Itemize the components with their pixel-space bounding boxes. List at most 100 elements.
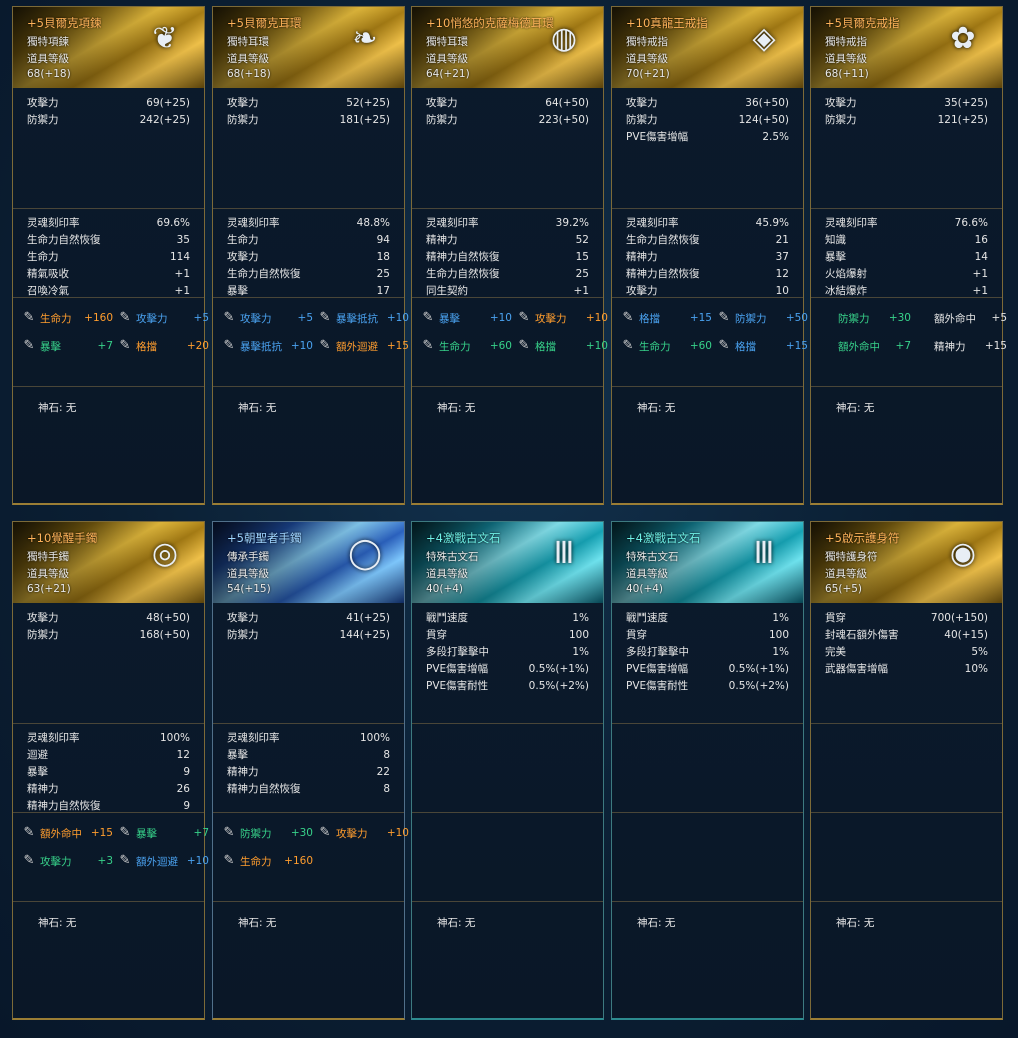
stat-row: 暴擊 14	[825, 251, 988, 263]
gem-slot[interactable]: ✎ 防禦力 +30	[221, 825, 313, 841]
stat-row: 灵魂刻印率 100%	[227, 732, 390, 744]
gem-slot[interactable]: ✎ 攻擊力 +5	[221, 310, 313, 326]
gem-slot[interactable]: ✎ 暴擊 +7	[21, 338, 113, 354]
stat-row: 攻擊力 18	[227, 251, 390, 263]
stat-row: 生命力自然恢復 25	[227, 268, 390, 280]
stat-row: 攻擊力 36(+50)	[626, 97, 789, 109]
extra-stats: 灵魂刻印率 100% 迴避 12 暴擊 9 精神力 26 精神力自然恢復 9	[13, 723, 204, 812]
gem-slot[interactable]: ✎ 暴擊抵抗 +10	[317, 310, 409, 326]
stat-row: 精神力自然恢復 15	[426, 251, 589, 263]
gem-icon: ✎	[119, 853, 131, 868]
gem-icon: ✎	[119, 338, 131, 353]
ring-emerald-icon: ✿	[950, 20, 976, 56]
equipment-card[interactable]: +5貝爾克戒指 獨特戒指 道具等級 68(+11) ✿ 攻擊力 35(+25) 防禦力 121(…	[810, 6, 1007, 505]
gem-icon: ✎	[223, 825, 235, 840]
gem-slot[interactable]: ✎ 生命力 +60	[420, 338, 512, 354]
rune-stone-icon: Ⅲ	[553, 535, 575, 571]
stat-row: 武器傷害增幅 10%	[825, 663, 988, 675]
gem-slot[interactable]: ✎ 暴擊抵抗 +10	[221, 338, 313, 354]
base-stats: 貫穿 700(+150) 封魂石額外傷害 40(+15) 完美 5% 武器傷害增幅 10%	[811, 610, 1002, 678]
stat-row: 攻擊力 41(+25)	[227, 612, 390, 624]
equipment-card[interactable]: +4激戰古文石 特殊古文石 道具等級 40(+4) Ⅲ 戰鬥速度 1% 貫穿 100 多段打擊擊中…	[611, 521, 804, 1020]
gem-slots	[811, 812, 1002, 901]
gem-slot[interactable]: 防禦力 +30	[819, 310, 911, 326]
equipment-card[interactable]: +10真龍王戒指 獨特戒指 道具等級 70(+21) ◈ 攻擊力 36(+50) 防禦力 124…	[611, 6, 808, 505]
gem-slot[interactable]: ✎ 攻擊力 +5	[117, 310, 209, 326]
gem-slot[interactable]: ✎ 格擋 +15	[716, 338, 808, 354]
stat-row: 防禦力 124(+50)	[626, 114, 789, 126]
card-header: +10覺醒手鐲 獨特手鐲 道具等級 63(+21) ◎	[13, 522, 204, 603]
equipment-card[interactable]: +5朝聖者手鐲 傳承手鐲 道具等級 54(+15) ◯ 攻擊力 41(+25) 防禦力 144(…	[212, 521, 409, 1020]
god-stone-section: 神石: 无	[13, 901, 204, 1020]
equipment-card[interactable]: +5貝爾克項鍊 獨特項鍊 道具等級 68(+18) ❦ 攻擊力 69(+25) 防禦力 242(…	[12, 6, 209, 505]
stat-row: 貫穿 100	[626, 629, 789, 641]
gem-slot[interactable]: ✎ 防禦力 +50	[716, 310, 808, 326]
stat-row: 精神力 37	[626, 251, 789, 263]
gem-slot[interactable]: ✎ 格擋 +15	[620, 310, 712, 326]
gem-slot[interactable]: 額外命中 +5	[915, 310, 1007, 326]
item-name: +5貝爾克項鍊	[27, 16, 102, 30]
equipment-card[interactable]: +4激戰古文石 特殊古文石 道具等級 40(+4) Ⅲ 戰鬥速度 1% 貫穿 100 多段打擊擊中…	[411, 521, 604, 1020]
gem-slot[interactable]: ✎ 格擋 +10	[516, 338, 608, 354]
item-level-label: 道具等級	[227, 568, 269, 580]
item-level-label: 道具等級	[825, 568, 867, 580]
stat-row: PVE傷害增幅 2.5%	[626, 131, 789, 143]
gem-slot[interactable]: ✎ 暴擊 +7	[117, 825, 209, 841]
gem-slots: ✎ 額外命中 +15 ✎ 暴擊 +7 ✎ 攻擊力 +3 ✎ 額外迴避 +10	[13, 812, 209, 901]
item-type: 獨特耳環	[227, 36, 269, 48]
gem-slot[interactable]: ✎ 額外迴避 +10	[117, 853, 209, 869]
stat-row: 精神力 26	[27, 783, 190, 795]
gem-slot[interactable]: ✎ 格擋 +20	[117, 338, 209, 354]
gem-slot[interactable]: ✎ 生命力 +60	[620, 338, 712, 354]
gem-slot[interactable]: ✎ 額外命中 +15	[21, 825, 113, 841]
stat-row: 灵魂刻印率 69.6%	[27, 217, 190, 229]
gem-slot[interactable]: ✎ 生命力 +160	[221, 853, 313, 869]
gem-slot[interactable]: ✎ 暴擊 +10	[420, 310, 512, 326]
gem-icon: ✎	[622, 338, 634, 353]
stat-row: 防禦力 242(+25)	[27, 114, 190, 126]
god-stone-section: 神石: 无	[612, 901, 803, 1020]
stat-row: 戰鬥速度 1%	[626, 612, 789, 624]
extra-stats	[412, 723, 603, 812]
gem-slot[interactable]: 額外命中 +7	[819, 338, 911, 354]
gem-icon: ✎	[622, 310, 634, 325]
stat-row: 攻擊力 52(+25)	[227, 97, 390, 109]
card-header: +5朝聖者手鐲 傳承手鐲 道具等級 54(+15) ◯	[213, 522, 404, 603]
stat-row: 精神力 22	[227, 766, 390, 778]
item-level: 68(+11)	[825, 68, 869, 80]
equipment-card[interactable]: +5啟示護身符 獨特護身符 道具等級 65(+5) ◉ 貫穿 700(+150) 封魂石額外傷…	[810, 521, 1003, 1020]
rune-stone-icon: Ⅲ	[753, 535, 775, 571]
stat-row: 精神力 52	[426, 234, 589, 246]
stat-row: 迴避 12	[27, 749, 190, 761]
bangle-icon: ◯	[348, 535, 382, 571]
stat-row: 防禦力 168(+50)	[27, 629, 190, 641]
gem-slot[interactable]: ✎ 攻擊力 +3	[21, 853, 113, 869]
item-type: 特殊古文石	[626, 551, 679, 563]
earring-icon: ❧	[352, 20, 378, 56]
stat-row: 生命力 114	[27, 251, 190, 263]
stat-row: 防禦力 223(+50)	[426, 114, 589, 126]
gem-slot[interactable]: ✎ 攻擊力 +10	[317, 825, 409, 841]
gem-slot[interactable]: ✎ 攻擊力 +10	[516, 310, 608, 326]
stat-row: 完美 5%	[825, 646, 988, 658]
base-stats: 攻擊力 36(+50) 防禦力 124(+50) PVE傷害增幅 2.5%	[612, 95, 803, 146]
item-name: +5貝爾克耳環	[227, 16, 302, 30]
item-name: +10悄悠的克薩梅德耳環	[426, 16, 554, 30]
god-stone-section: 神石: 无	[213, 901, 404, 1020]
gem-slot[interactable]: ✎ 額外迴避 +15	[317, 338, 409, 354]
god-stone-label: 神石: 无	[38, 917, 77, 929]
item-level: 68(+18)	[227, 68, 271, 80]
gem-icon: ✎	[718, 338, 730, 353]
gem-slot[interactable]: 精神力 +15	[915, 338, 1007, 354]
equipment-card[interactable]: +10悄悠的克薩梅德耳環 獨特耳環 道具等級 64(+21) ◍ 攻擊力 64(+50) 防禦…	[411, 6, 608, 505]
stat-row: 多段打擊擊中 1%	[426, 646, 589, 658]
item-level: 65(+5)	[825, 583, 863, 595]
equipment-card[interactable]: +10覺醒手鐲 獨特手鐲 道具等級 63(+21) ◎ 攻擊力 48(+50) 防禦力 168(…	[12, 521, 209, 1020]
stat-row: PVE傷害耐性 0.5%(+2%)	[626, 680, 789, 692]
gem-slot[interactable]: ✎ 生命力 +160	[21, 310, 113, 326]
gem-icon: ✎	[422, 310, 434, 325]
item-level: 54(+15)	[227, 583, 271, 595]
stat-row: 精神力自然恢復 12	[626, 268, 789, 280]
stat-row: 灵魂刻印率 39.2%	[426, 217, 589, 229]
equipment-card[interactable]: +5貝爾克耳環 獨特耳環 道具等級 68(+18) ❧ 攻擊力 52(+25) 防禦力 181(…	[212, 6, 409, 505]
